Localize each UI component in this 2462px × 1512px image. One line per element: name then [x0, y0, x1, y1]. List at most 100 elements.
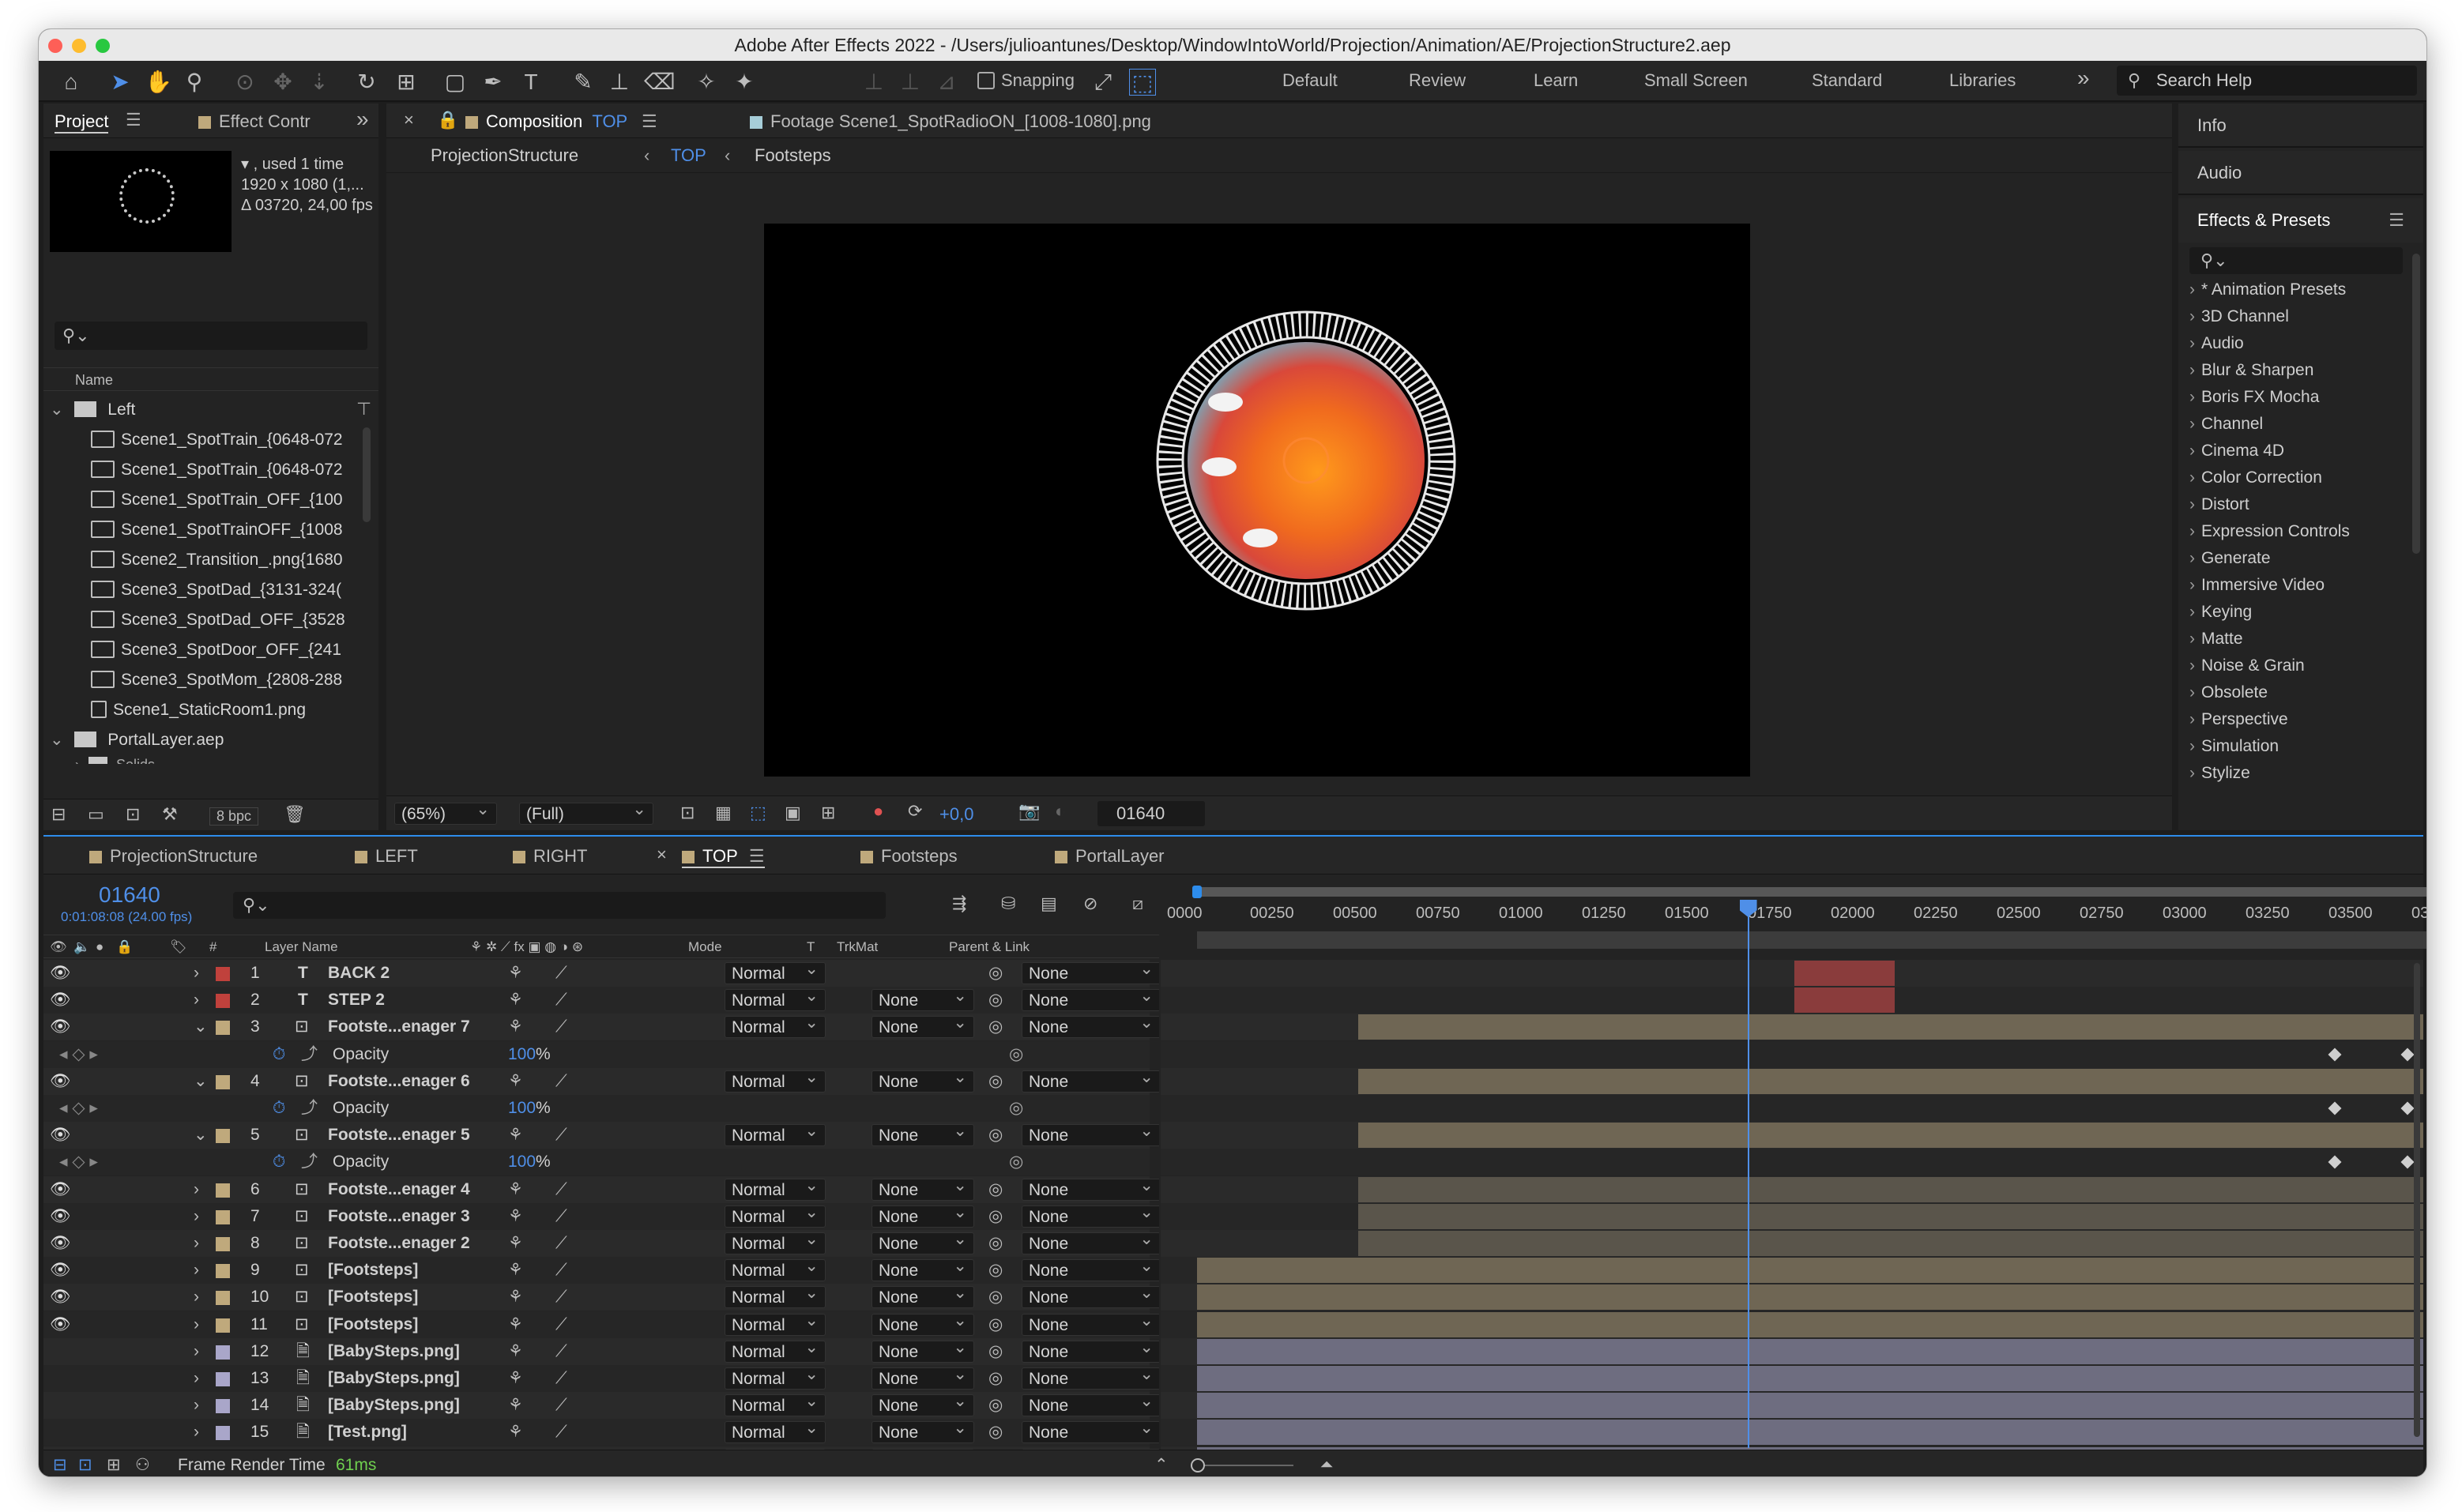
project-search-input[interactable]: ⚲⌄ [55, 322, 367, 350]
trkmat-select[interactable]: None [871, 1417, 974, 1443]
stopwatch-icon[interactable]: ⏱ [273, 1095, 285, 1122]
trkmat-select[interactable]: None [871, 985, 974, 1011]
rectangle-tool-icon[interactable]: ▢ [442, 69, 469, 96]
mode-select[interactable]: Normal [725, 960, 826, 984]
clone-stamp-tool-icon[interactable]: ⊥ [606, 69, 633, 96]
folder-portal[interactable]: ⌄ PortalLayer.aep [50, 726, 224, 754]
chevron-right-icon[interactable]: › [194, 987, 199, 1014]
label-color-swatch[interactable] [216, 1075, 230, 1089]
graph-editor-icon[interactable]: ⧄ [1132, 893, 1143, 914]
graph-icon[interactable]: ⤴ [301, 1095, 318, 1122]
stopwatch-icon[interactable]: ⏱ [273, 1149, 285, 1175]
shy-switch-icon[interactable]: ⚘ [508, 1257, 523, 1284]
project-item[interactable]: Scene3_SpotDad_{3131-324( [91, 576, 341, 604]
reset-exposure-icon[interactable]: ⟳ [908, 801, 922, 822]
layer-duration-bar[interactable] [1197, 1284, 2423, 1310]
property-value[interactable]: 100% [508, 1149, 551, 1175]
new-folder-icon[interactable]: ▭ [88, 804, 104, 825]
chevron-right-icon[interactable]: › [194, 1392, 199, 1419]
close-tab-icon[interactable]: × [657, 844, 667, 865]
layer-row[interactable]: 👁 › 1 T BACK 2 ⚘ ⟋ Normal ◎ None [43, 960, 1159, 987]
zoom-window-button[interactable] [96, 39, 110, 53]
effects-scrollbar[interactable] [2412, 254, 2420, 554]
layer-duration-bar[interactable] [1357, 1123, 2423, 1148]
adjust-icon[interactable]: ⚒ [162, 804, 178, 825]
chevron-right-icon[interactable]: › [194, 1203, 199, 1230]
trash-icon[interactable]: 🗑 [284, 804, 306, 825]
name-column-header[interactable]: Name [43, 367, 378, 391]
lock-icon[interactable]: 🔒 [116, 935, 133, 959]
label-color-swatch[interactable] [216, 1264, 230, 1278]
visibility-icon[interactable]: 👁 [50, 1311, 71, 1338]
chevron-right-icon[interactable]: › [194, 1257, 199, 1284]
rotate-tool-icon[interactable]: ↻ [353, 69, 380, 96]
shy-switch-icon[interactable]: ⚘ [508, 1176, 523, 1203]
visibility-icon[interactable]: 👁 [50, 1068, 71, 1095]
trkmat-select[interactable]: None [871, 1255, 974, 1281]
composition-mini-flowchart-icon[interactable]: ⇶ [952, 893, 966, 914]
layer-name[interactable]: BACK 2 [328, 960, 390, 987]
workspace-learn[interactable]: Learn [1534, 70, 1578, 91]
trkmat-select[interactable]: None [871, 1202, 974, 1228]
zoom-slider[interactable] [1191, 1458, 1293, 1473]
label-icon[interactable]: 🏷 [170, 935, 187, 959]
layer-name[interactable]: STEP 2 [328, 987, 385, 1014]
pick-whip-icon[interactable]: ◎ [988, 1014, 1003, 1040]
minimize-window-button[interactable] [72, 39, 86, 53]
playhead[interactable] [1739, 900, 1757, 1448]
layer-name[interactable]: Footste...enager 3 [328, 1203, 470, 1230]
shy-switch-icon[interactable]: ⚘ [508, 1230, 523, 1257]
layer-name[interactable]: [Footsteps] [328, 1257, 418, 1284]
workspace-overflow-icon[interactable]: » [2077, 66, 2090, 91]
chevron-right-icon[interactable]: › [194, 1311, 199, 1338]
pick-whip-icon[interactable]: ◎ [988, 960, 1003, 987]
fast-preview-icon[interactable]: ⊡ [680, 803, 695, 823]
frame-blending-icon[interactable]: ⊘ [1083, 893, 1097, 914]
layer-duration-bar[interactable] [1357, 1204, 2423, 1229]
quality-switch-icon[interactable]: ⟋ [555, 1392, 567, 1419]
stopwatch-icon[interactable]: ⏱ [273, 1041, 285, 1068]
workspace-review[interactable]: Review [1409, 70, 1466, 91]
mode-select[interactable]: Normal [725, 1066, 826, 1093]
parent-select[interactable]: None [1022, 1363, 1159, 1390]
tab-left[interactable]: LEFT [355, 846, 418, 867]
keyframe-nav-icon[interactable]: ◂ ◇ ▸ [59, 1041, 98, 1068]
layer-name[interactable]: Footste...enager 7 [328, 1014, 470, 1040]
project-item[interactable]: Scene3_SpotDoor_OFF_{241 [91, 636, 341, 664]
shy-switch-icon[interactable]: ⚘ [508, 1284, 523, 1311]
label-color-swatch[interactable] [216, 1399, 230, 1413]
pick-whip-icon[interactable]: ◎ [1009, 1095, 1023, 1122]
time-ruler[interactable]: 0000 00250 00500 00750 01000 01250 01500 01750 0… [1161, 882, 2426, 958]
quality-switch-icon[interactable]: ⟋ [555, 1419, 567, 1446]
project-item[interactable]: Scene3_SpotMom_{2808-288 [91, 666, 342, 694]
mode-select[interactable]: Normal [725, 1310, 826, 1336]
parent-select[interactable]: None [1022, 1337, 1159, 1363]
shy-switch-icon[interactable]: ⚘ [508, 1365, 523, 1392]
menu-icon[interactable]: ☰ [2389, 198, 2404, 243]
effects-panel-header[interactable]: Effects & Presets ☰ [2178, 198, 2423, 243]
effect-category[interactable]: › Blur & Sharpen [2189, 361, 2313, 380]
pick-whip-icon[interactable]: ◎ [988, 1068, 1003, 1095]
selection-tool-icon[interactable]: ➤ [107, 69, 134, 96]
tab-effect-controls[interactable]: Effect Contr [198, 111, 311, 132]
menu-icon[interactable]: ☰ [749, 846, 765, 866]
layer-row[interactable]: › 15 🗎 [Test.png] ⚘ ⟋ Normal None ◎ None [43, 1417, 1159, 1446]
effect-category[interactable]: › Expression Controls [2189, 522, 2350, 541]
effect-category[interactable]: › Noise & Grain [2189, 656, 2305, 675]
visibility-icon[interactable]: 👁 [50, 1203, 71, 1230]
effect-category[interactable]: › Obsolete [2189, 683, 2268, 702]
audio-icon[interactable]: 🔈 [73, 935, 90, 959]
property-value[interactable]: 100% [508, 1041, 551, 1068]
layer-name[interactable]: Footste...enager 4 [328, 1176, 470, 1203]
tab-portallayer[interactable]: PortalLayer [1055, 846, 1165, 867]
visibility-icon[interactable]: 👁 [50, 1176, 71, 1203]
parent-select[interactable]: None [1022, 1175, 1159, 1201]
snapshot-icon[interactable]: 📷 [1018, 801, 1040, 822]
pick-whip-icon[interactable]: ◎ [988, 1311, 1003, 1338]
visibility-icon[interactable]: 👁 [50, 960, 71, 987]
draft-3d-icon[interactable]: ⛁ [1001, 893, 1015, 914]
parent-select[interactable]: None [1022, 1390, 1159, 1416]
trkmat-select[interactable]: None [871, 1363, 974, 1390]
work-area-start-handle[interactable] [1192, 886, 1202, 898]
layer-row[interactable]: 👁 ⌄ 5 ⊡ Footste...enager 5 ⚘ ⟋ Normal None ◎ None [43, 1120, 1159, 1149]
